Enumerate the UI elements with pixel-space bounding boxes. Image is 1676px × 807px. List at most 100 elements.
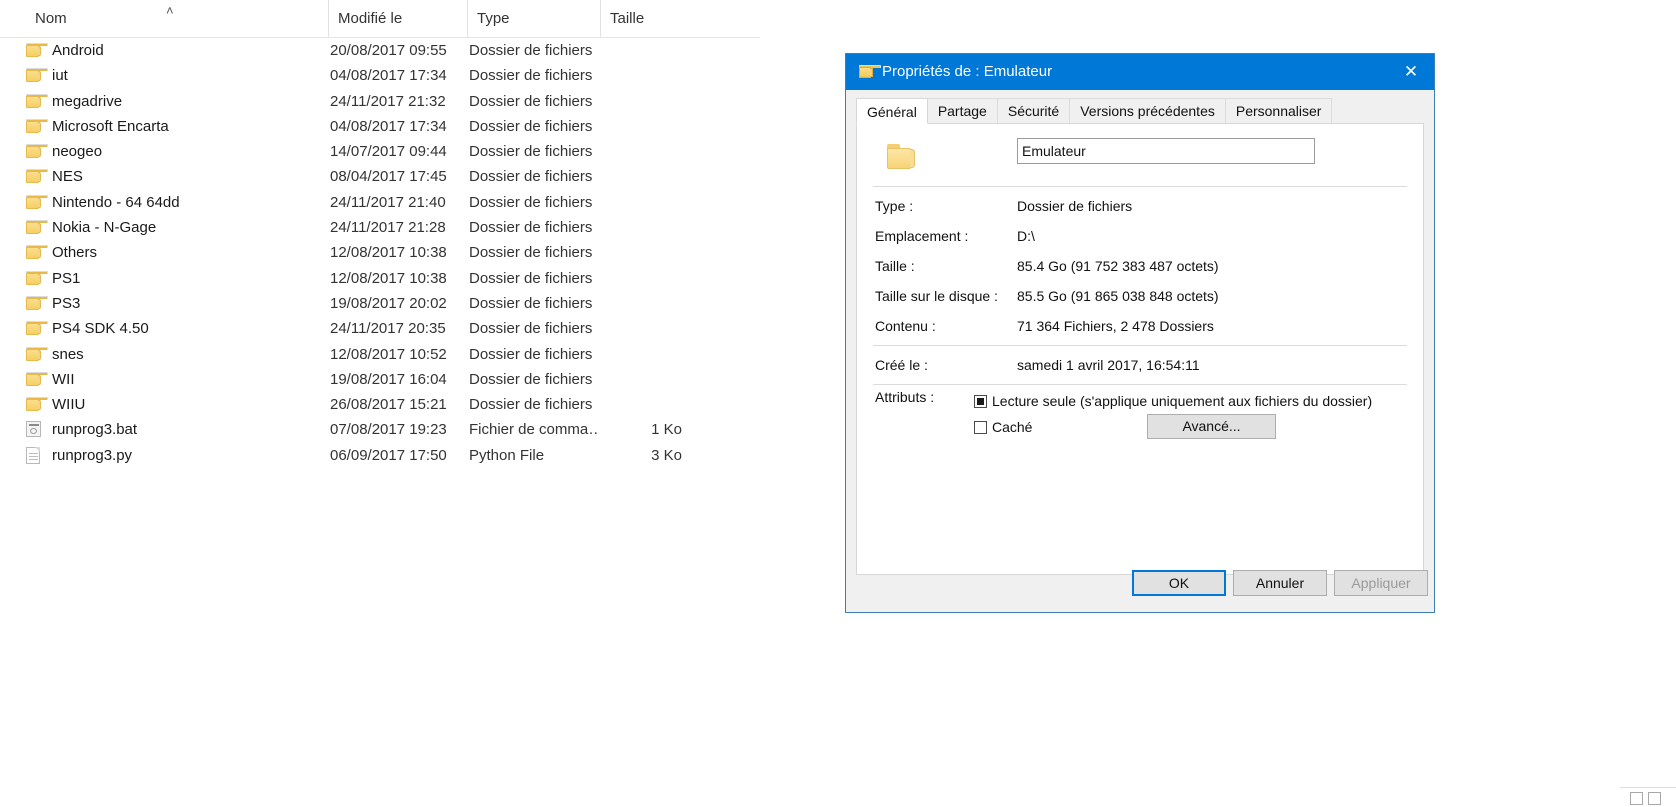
tab-versions-pr-c-dentes[interactable]: Versions précédentes — [1069, 98, 1226, 123]
properties-group-primary: Type : Dossier de fichiers Emplacement : D:… — [857, 187, 1423, 345]
file-name-cell[interactable]: megadrive — [26, 89, 326, 114]
file-name-text: Nintendo - 64 64dd — [52, 193, 180, 211]
column-header-type[interactable]: Type — [467, 0, 599, 37]
file-row[interactable]: PS4 SDK 4.50 24/11/2017 20:35 Dossier de f… — [0, 316, 760, 341]
folder-icon — [26, 93, 48, 109]
readonly-checkbox[interactable] — [974, 395, 987, 408]
file-modified-cell: 26/08/2017 15:21 — [330, 396, 447, 414]
file-name-text: WII — [52, 370, 75, 388]
folder-icon — [26, 295, 48, 311]
property-value: D:\ — [1017, 228, 1035, 244]
python-file-icon — [26, 446, 40, 464]
file-size-cell — [600, 114, 682, 139]
file-name-cell[interactable]: snes — [26, 342, 326, 367]
file-name-text: iut — [52, 67, 68, 85]
view-details-icon[interactable] — [1630, 792, 1643, 805]
file-name-cell[interactable]: NES — [26, 164, 326, 189]
folder-name-input[interactable] — [1017, 138, 1315, 164]
file-row[interactable]: WIIU 26/08/2017 15:21 Dossier de fichiers — [0, 392, 760, 417]
file-row[interactable]: PS3 19/08/2017 20:02 Dossier de fichiers — [0, 291, 760, 316]
file-name-cell[interactable]: Nintendo - 64 64dd — [26, 190, 326, 215]
file-type-cell: Dossier de fichiers — [469, 320, 593, 338]
property-row: Créé le : samedi 1 avril 2017, 16:54:11 — [857, 350, 1423, 380]
column-header-name[interactable]: Nom — [26, 0, 326, 37]
dialog-title: Propriétés de : Emulateur — [882, 63, 1053, 80]
file-type-cell: Dossier de fichiers — [469, 168, 593, 186]
property-value: 71 364 Fichiers, 2 478 Dossiers — [1017, 318, 1214, 334]
file-row[interactable]: Nokia - N-Gage 24/11/2017 21:28 Dossier de… — [0, 215, 760, 240]
folder-icon — [26, 346, 48, 362]
file-row[interactable]: runprog3.bat 07/08/2017 19:23 Fichier de c… — [0, 417, 760, 442]
file-row[interactable]: Microsoft Encarta 04/08/2017 17:34 Dossier… — [0, 114, 760, 139]
ok-button[interactable]: OK — [1132, 570, 1226, 596]
file-name-cell[interactable]: runprog3.bat — [26, 417, 326, 442]
file-row[interactable]: runprog3.py 06/09/2017 17:50 Python File 3 … — [0, 443, 760, 468]
file-name-cell[interactable]: Others — [26, 240, 326, 265]
file-name-cell[interactable]: Microsoft Encarta — [26, 114, 326, 139]
file-row[interactable]: megadrive 24/11/2017 21:32 Dossier de fich… — [0, 89, 760, 114]
tab-g-n-ral[interactable]: Général — [856, 98, 928, 124]
file-row[interactable]: WII 19/08/2017 16:04 Dossier de fichiers — [0, 367, 760, 392]
file-type-cell: Dossier de fichiers — [469, 67, 593, 85]
file-name-cell[interactable]: WIIU — [26, 392, 326, 417]
file-type-cell: Dossier de fichiers — [469, 294, 593, 312]
tab-s-curit-[interactable]: Sécurité — [996, 98, 1071, 123]
file-row[interactable]: Others 12/08/2017 10:38 Dossier de fichier… — [0, 240, 760, 265]
property-label: Taille sur le disque : — [875, 288, 998, 304]
close-icon[interactable]: ✕ — [1388, 54, 1434, 90]
column-header-modified[interactable]: Modifié le — [328, 0, 468, 37]
file-size-cell: 1 Ko — [651, 421, 682, 439]
file-name-cell[interactable]: Android — [26, 38, 326, 63]
file-row[interactable]: Android 20/08/2017 09:55 Dossier de fichie… — [0, 38, 760, 63]
file-row[interactable]: neogeo 14/07/2017 09:44 Dossier de fichier… — [0, 139, 760, 164]
property-label: Taille : — [875, 258, 915, 274]
file-type-cell: Fichier de comma… — [469, 421, 599, 439]
file-type-cell: Dossier de fichiers — [469, 244, 593, 262]
tab-personnaliser[interactable]: Personnaliser — [1224, 98, 1333, 123]
file-row[interactable]: Nintendo - 64 64dd 24/11/2017 21:40 Dossie… — [0, 190, 760, 215]
file-modified-cell: 20/08/2017 09:55 — [330, 42, 447, 59]
file-row[interactable]: NES 08/04/2017 17:45 Dossier de fichiers — [0, 164, 760, 189]
advanced-button[interactable]: Avancé... — [1147, 414, 1276, 439]
file-row[interactable]: snes 12/08/2017 10:52 Dossier de fichiers — [0, 342, 760, 367]
file-name-text: PS3 — [52, 294, 81, 312]
file-type-cell: Dossier de fichiers — [469, 269, 593, 287]
file-size-cell — [600, 38, 682, 63]
file-row[interactable]: iut 04/08/2017 17:34 Dossier de fichiers — [0, 63, 760, 88]
property-label: Emplacement : — [875, 228, 969, 244]
column-header-size[interactable]: Taille — [600, 0, 698, 37]
file-type-cell: Dossier de fichiers — [469, 193, 593, 211]
file-name-cell[interactable]: WII — [26, 367, 326, 392]
file-name-cell[interactable]: Nokia - N-Gage — [26, 215, 326, 240]
hidden-checkbox[interactable] — [974, 421, 987, 434]
file-modified-cell: 12/08/2017 10:38 — [330, 244, 447, 262]
file-size-cell — [600, 89, 682, 114]
file-name-cell[interactable]: neogeo — [26, 139, 326, 164]
properties-group-created: Créé le : samedi 1 avril 2017, 16:54:11 — [857, 346, 1423, 384]
file-name-text: Microsoft Encarta — [52, 117, 169, 135]
file-name-cell[interactable]: PS4 SDK 4.50 — [26, 316, 326, 341]
file-name-cell[interactable]: iut — [26, 63, 326, 88]
view-tiles-icon[interactable] — [1648, 792, 1661, 805]
file-name-text: runprog3.bat — [52, 421, 138, 439]
file-name-cell[interactable]: runprog3.py — [26, 443, 326, 468]
file-name-cell[interactable]: PS3 — [26, 291, 326, 316]
folder-icon — [26, 245, 48, 260]
file-modified-cell: 04/08/2017 17:34 — [330, 117, 447, 135]
file-name-cell[interactable]: PS1 — [26, 266, 326, 291]
folder-icon — [26, 43, 48, 58]
tab-partage[interactable]: Partage — [926, 98, 998, 123]
file-size-cell — [600, 392, 682, 417]
file-row[interactable]: PS1 12/08/2017 10:38 Dossier de fichiers — [0, 266, 760, 291]
cancel-button[interactable]: Annuler — [1233, 570, 1327, 596]
readonly-checkbox-label: Lecture seule (s'applique uniquement aux… — [992, 393, 1373, 409]
property-value: 85.4 Go (91 752 383 487 octets) — [1017, 258, 1219, 274]
file-name-text: WIIU — [52, 396, 86, 414]
file-size-cell: 3 Ko — [651, 446, 682, 464]
dialog-button-bar: OK Annuler Appliquer — [846, 556, 1434, 612]
dialog-titlebar[interactable]: Propriétés de : Emulateur ✕ — [846, 54, 1434, 90]
file-size-cell — [600, 164, 682, 189]
tab-page-general: Type : Dossier de fichiers Emplacement : D:… — [856, 124, 1424, 575]
dialog-tabstrip: Général Partage Sécurité Versions précédent… — [856, 98, 1424, 124]
folder-name-header — [857, 124, 1423, 186]
